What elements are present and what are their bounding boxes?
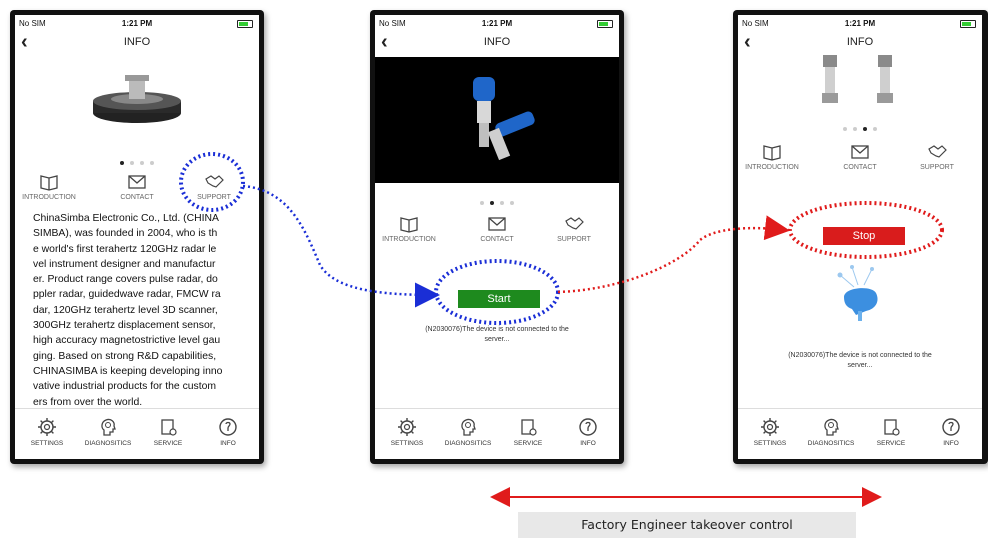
caption-label: Factory Engineer takeover control	[518, 512, 856, 538]
red-flow-arrow	[557, 215, 790, 294]
start-highlight-circle	[434, 259, 560, 325]
stop-highlight-circle	[788, 201, 944, 259]
annotation-overlay	[179, 152, 944, 507]
support-highlight-circle	[179, 152, 245, 212]
blue-flow-arrow	[242, 184, 440, 308]
